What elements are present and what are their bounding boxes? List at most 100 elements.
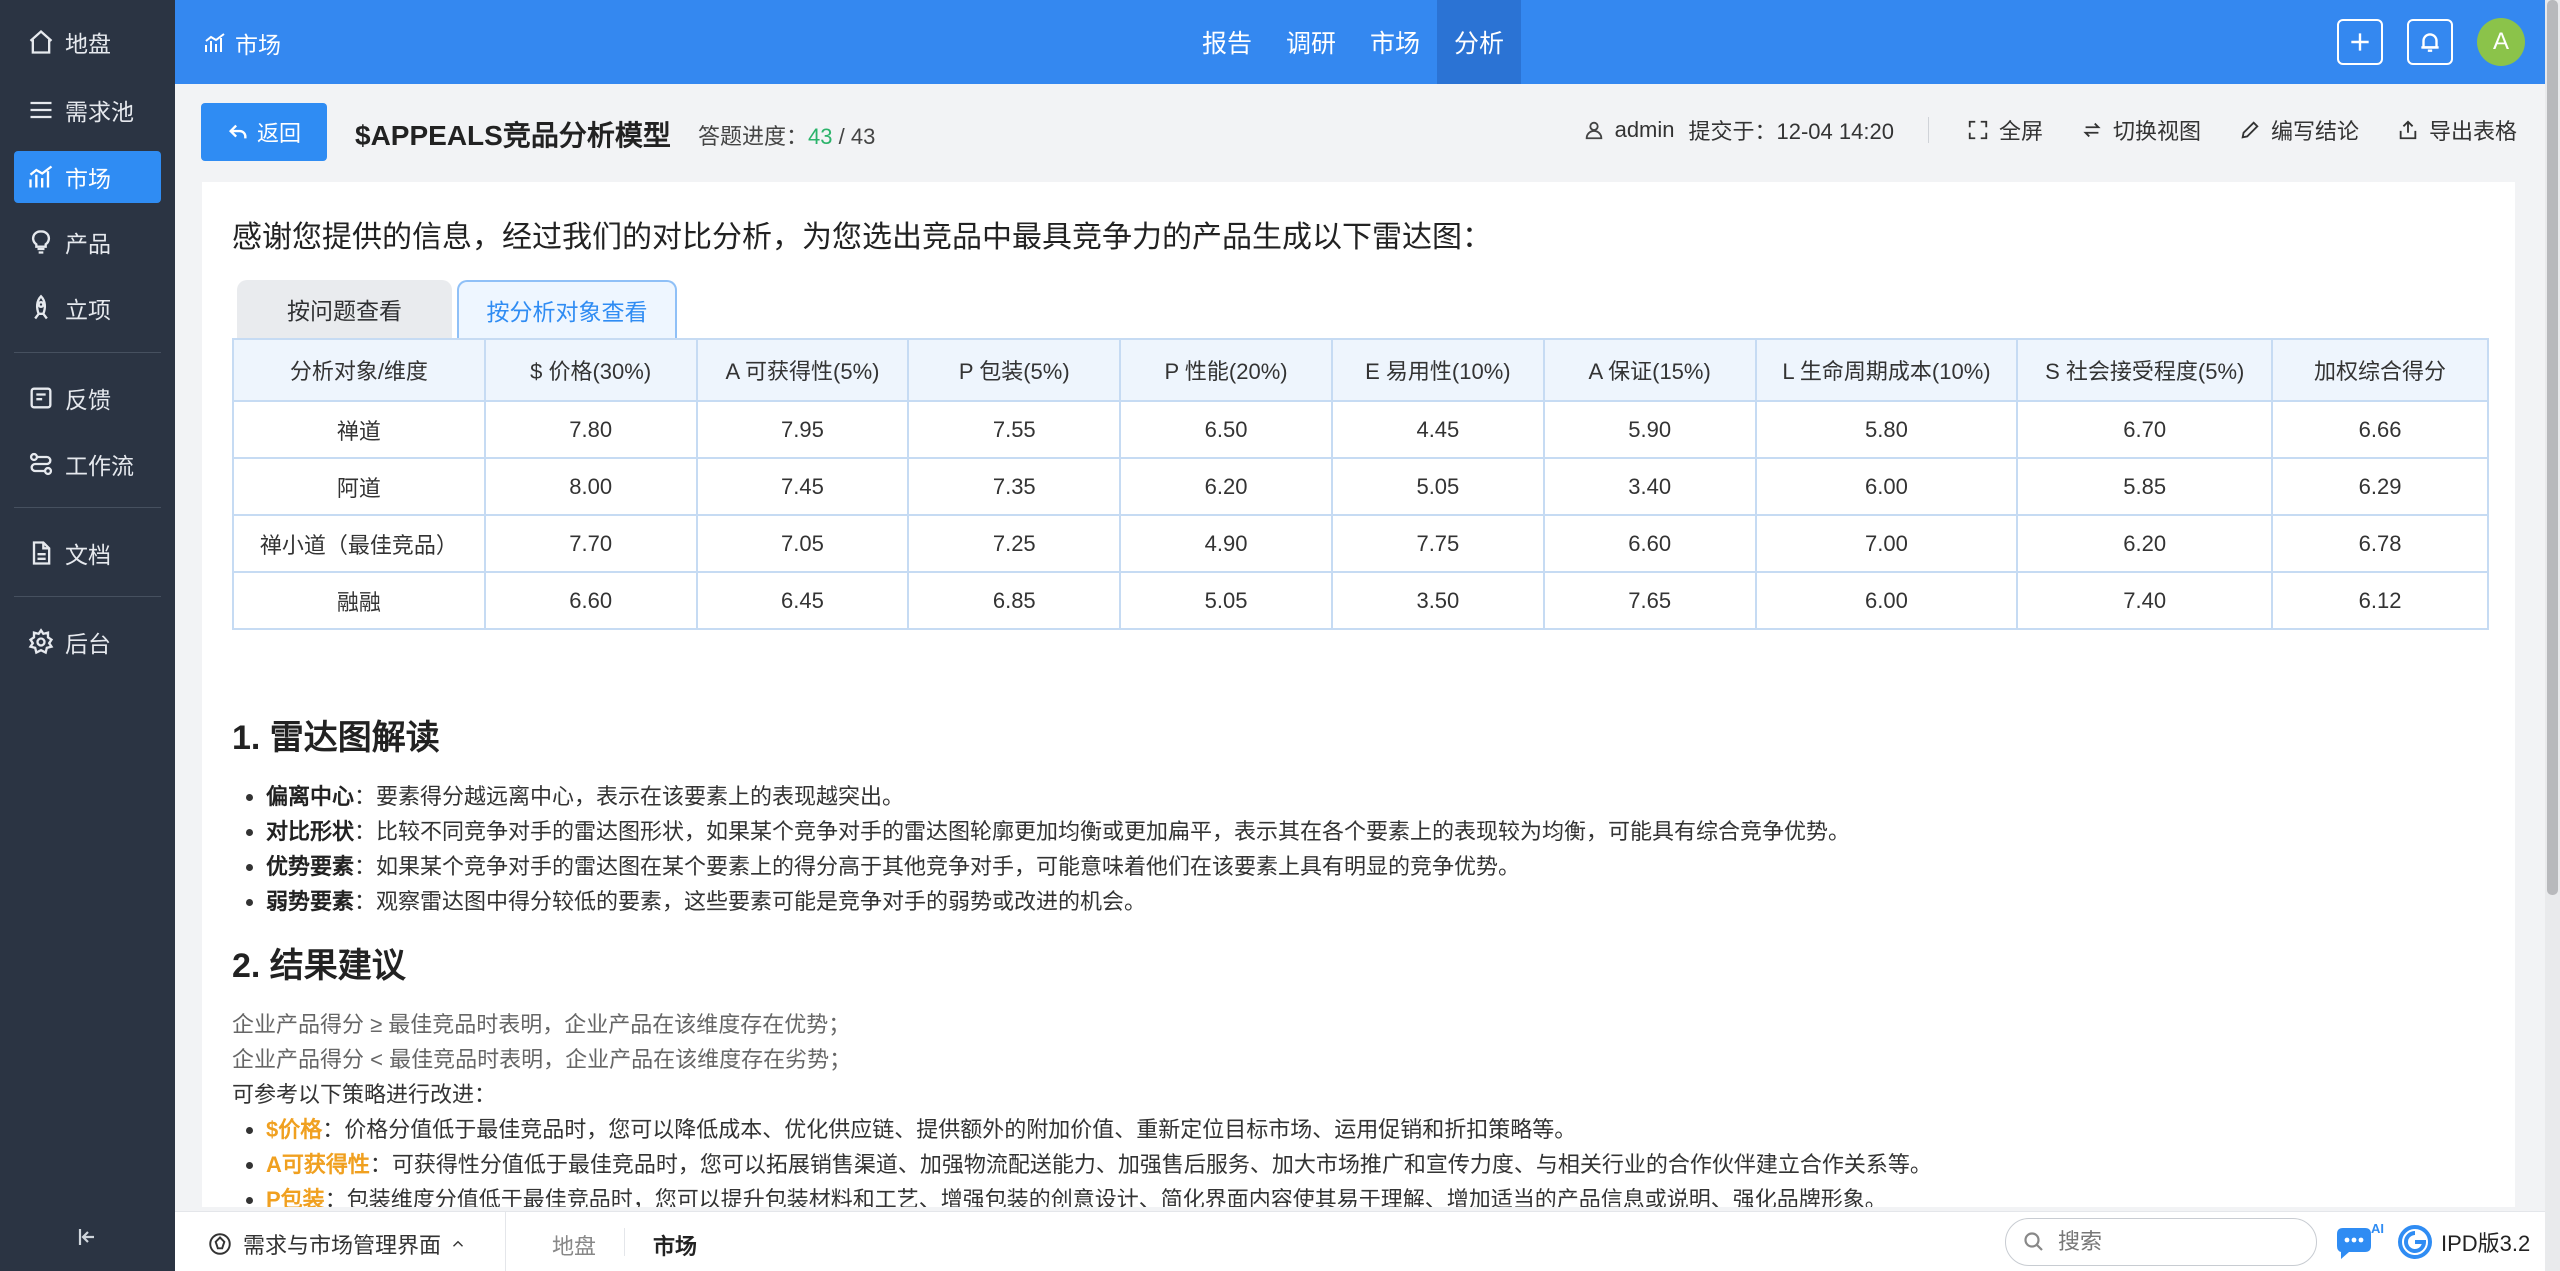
- table-cell: 5.05: [1119, 571, 1333, 630]
- chart-icon: [205, 33, 225, 52]
- table-cell: 禅道: [232, 400, 486, 459]
- gear-icon: [26, 627, 56, 657]
- table-row: 禅小道（最佳竞品） 7.70 7.05 7.25 4.90 7.75 6.60 …: [232, 514, 2489, 573]
- table-cell: 阿道: [232, 457, 486, 516]
- sidebar-item-feedback[interactable]: 反馈: [14, 372, 161, 424]
- list-item: 优势要素：如果某个竞争对手的雷达图在某个要素上的得分高于其他竞争对手，可能意味着…: [240, 849, 1850, 884]
- table-cell: 5.80: [1754, 400, 2019, 459]
- column-header: 加权综合得分: [2271, 338, 2489, 402]
- table-cell: 7.35: [907, 457, 1122, 516]
- export-table-button[interactable]: 导出表格: [2397, 114, 2517, 146]
- list-item-term: 优势要素: [266, 854, 355, 879]
- list-item-term: A可获得性: [266, 1152, 370, 1177]
- sidebar-item-project[interactable]: 立项: [14, 282, 161, 334]
- avatar[interactable]: A: [2477, 18, 2525, 66]
- table-cell: 5.85: [2016, 457, 2274, 516]
- notifications-button[interactable]: [2407, 19, 2453, 65]
- list-item-text: ：可获得性分值低于最佳竞品时，您可以拓展销售渠道、加强物流配送能力、加强售后服务…: [369, 1152, 1932, 1177]
- list-item-text: ：价格分值低于最佳竞品时，您可以降低成本、优化供应链、提供额外的附加价值、重新定…: [322, 1117, 1577, 1142]
- ai-assistant-icon[interactable]: AI: [2333, 1220, 2385, 1264]
- column-header: A 可获得性(5%): [695, 338, 910, 402]
- scrollbar-thumb[interactable]: [2547, 0, 2558, 895]
- fullscreen-button[interactable]: 全屏: [1967, 114, 2043, 146]
- switch-view-button[interactable]: 切换视图: [2081, 114, 2201, 146]
- column-header: P 性能(20%): [1119, 338, 1333, 402]
- table-cell: 6.78: [2271, 514, 2489, 573]
- table-cell: 6.20: [1119, 457, 1333, 516]
- table-cell: 禅小道（最佳竞品）: [232, 514, 486, 573]
- progress-label: 答题进度：: [698, 124, 809, 149]
- sidebar: 地盘 需求池 市场 产品 立项 反馈 工作流 文档 后台: [0, 0, 175, 1271]
- document-icon: [26, 538, 56, 568]
- top-tabs: 报告 调研 市场 分析: [1185, 0, 1522, 84]
- progress-done: 43: [808, 124, 833, 149]
- collapse-sidebar-button[interactable]: [72, 1222, 102, 1252]
- page-title: $APPEALS竞品分析模型: [355, 120, 671, 151]
- column-header: L 生命周期成本(10%): [1754, 338, 2019, 402]
- list-item-term: $价格: [266, 1117, 323, 1142]
- table-cell: 7.05: [695, 514, 910, 573]
- page-header: 返回 $APPEALS竞品分析模型 答题进度：43 / 43 admin 提交于…: [175, 84, 2545, 180]
- sidebar-item-product[interactable]: 产品: [14, 216, 161, 268]
- sidebar-item-docs[interactable]: 文档: [14, 527, 161, 579]
- sidebar-divider: [14, 596, 161, 597]
- table-cell: 6.00: [1754, 457, 2019, 516]
- section-title: 1. 雷达图解读: [232, 719, 440, 757]
- breadcrumb-market[interactable]: 市场: [653, 1229, 697, 1261]
- radar-interpretation-list: 偏离中心：要素得分越远离中心，表示在该要素上的表现越突出。 对比形状：比较不同竞…: [240, 779, 1850, 919]
- sidebar-item-home[interactable]: 地盘: [14, 16, 161, 68]
- home-icon: [26, 27, 56, 57]
- table-cell: 6.50: [1119, 400, 1333, 459]
- submitter-name: admin: [1614, 117, 1675, 142]
- app-menu-button[interactable]: 需求与市场管理界面: [207, 1228, 467, 1260]
- table-cell: 6.29: [2271, 457, 2489, 516]
- create-button[interactable]: [2337, 19, 2383, 65]
- sidebar-divider: [14, 352, 161, 353]
- list-item-text: ：如果某个竞争对手的雷达图在某个要素上的得分高于其他竞争对手，可能意味着他们在该…: [354, 854, 1521, 879]
- tab-by-object[interactable]: 按分析对象查看: [457, 280, 677, 338]
- breadcrumb-home[interactable]: 地盘: [552, 1229, 596, 1261]
- write-conclusion-button[interactable]: 编写结论: [2239, 114, 2359, 146]
- tab-research[interactable]: 调研: [1269, 0, 1353, 84]
- header-actions: admin 提交于：12-04 14:20 全屏 切换视图 编写结论 导出表格: [1583, 114, 2517, 146]
- chevron-up-icon: [453, 1240, 463, 1247]
- version-info[interactable]: IPD版3.2: [2397, 1224, 2530, 1260]
- sidebar-item-requirements[interactable]: 需求池: [14, 84, 161, 136]
- top-actions: A: [2337, 18, 2525, 66]
- module-title[interactable]: 市场: [203, 26, 281, 60]
- column-header: 分析对象/维度: [232, 338, 486, 402]
- table-row: 禅道 7.80 7.95 7.55 6.50 4.45 5.90 5.80 6.…: [232, 400, 2489, 459]
- chart-icon: [26, 162, 56, 192]
- scrollbar[interactable]: [2545, 0, 2560, 1271]
- table-row: 阿道 8.00 7.45 7.35 6.20 5.05 3.40 6.00 5.…: [232, 457, 2489, 516]
- search-field[interactable]: [2005, 1218, 2317, 1266]
- table-cell: 7.80: [483, 400, 698, 459]
- sidebar-item-market[interactable]: 市场: [14, 151, 161, 203]
- back-button[interactable]: 返回: [201, 103, 327, 161]
- list-item-text: ：比较不同竞争对手的雷达图形状，如果某个竞争对手的雷达图轮廓更加均衡或更加扁平，…: [354, 819, 1851, 844]
- swap-icon: [2083, 122, 2101, 138]
- tab-report[interactable]: 报告: [1185, 0, 1269, 84]
- version-label: IPD版3.2: [2441, 1231, 2531, 1256]
- table-cell: 7.65: [1542, 571, 1757, 630]
- brand-logo-icon: [2398, 1225, 2432, 1259]
- switch-view-label: 切换视图: [2112, 119, 2201, 144]
- tab-market[interactable]: 市场: [1353, 0, 1437, 84]
- table-cell: 4.45: [1330, 400, 1545, 459]
- sidebar-divider: [14, 507, 161, 508]
- list-item: 对比形状：比较不同竞争对手的雷达图形状，如果某个竞争对手的雷达图轮廓更加均衡或更…: [240, 814, 1850, 849]
- tab-by-question[interactable]: 按问题查看: [237, 280, 452, 338]
- table-cell: 7.25: [907, 514, 1122, 573]
- feedback-icon: [26, 383, 56, 413]
- list-item-term: 偏离中心: [266, 784, 355, 809]
- search-input[interactable]: [2058, 1229, 2298, 1255]
- fullscreen-label: 全屏: [1998, 119, 2043, 144]
- sidebar-item-admin[interactable]: 后台: [14, 616, 161, 668]
- app-menu-label: 需求与市场管理界面: [243, 1233, 442, 1258]
- table-cell: 8.00: [483, 457, 698, 516]
- column-header: S 社会接受程度(5%): [2016, 338, 2274, 402]
- sidebar-item-workflow[interactable]: 工作流: [14, 438, 161, 490]
- table-cell: 5.90: [1542, 400, 1757, 459]
- strategy-list: $价格：价格分值低于最佳竞品时，您可以降低成本、优化供应链、提供额外的附加价值、…: [240, 1112, 1932, 1207]
- tab-analysis[interactable]: 分析: [1437, 0, 1522, 84]
